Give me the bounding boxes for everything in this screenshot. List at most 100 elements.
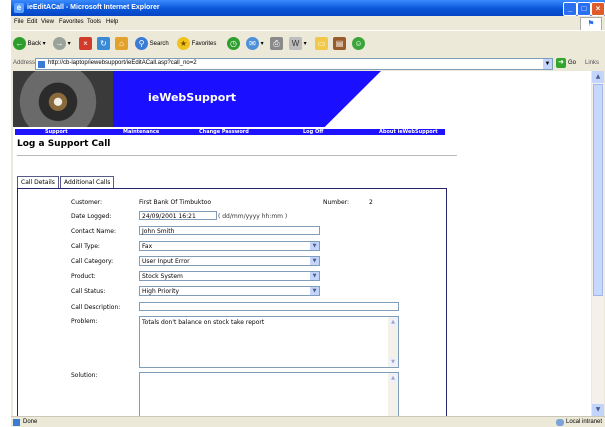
call-type-label: Call Type: (71, 243, 100, 250)
search-icon: ⚲ (135, 37, 148, 50)
date-logged-label: Date Logged: (71, 213, 112, 220)
menu-file[interactable]: File (14, 19, 24, 25)
folder-button[interactable]: ▭ (315, 37, 328, 51)
call-status-value: High Priority (142, 288, 180, 295)
history-button[interactable]: ◷ (227, 37, 240, 51)
problem-textarea[interactable]: Totals don't balance on stock take repor… (139, 316, 399, 368)
search-label: Search (149, 41, 169, 48)
call-category-value: User Input Error (142, 258, 190, 265)
page-icon (38, 61, 45, 68)
favorites-star-icon: ★ (177, 37, 190, 50)
ie-logo-icon: e (14, 3, 24, 13)
call-description-label: Call Description: (71, 304, 121, 311)
refresh-button[interactable]: ↻ (97, 37, 110, 51)
nav-log-off[interactable]: Log Off (303, 129, 323, 135)
forward-arrow-icon: → (53, 37, 66, 50)
history-icon: ◷ (227, 37, 240, 50)
maximize-button[interactable]: □ (577, 2, 591, 16)
messenger-icon: ☺ (352, 37, 365, 50)
nav-about[interactable]: About ieWebSupport (379, 129, 438, 135)
number-label: Number: (323, 199, 350, 206)
product-label: Product: (71, 273, 96, 280)
forward-button[interactable]: → ▾ (53, 37, 71, 51)
title-bar: e ieEditACall - Microsoft Internet Explo… (11, 0, 605, 16)
scroll-up-icon[interactable]: ▲ (592, 71, 604, 83)
close-button[interactable]: × (591, 2, 605, 16)
status-text: Done (23, 419, 38, 425)
brand-name: ieWebSupport (148, 91, 237, 104)
mail-button[interactable]: ✉ ▾ (246, 37, 264, 51)
customer-label: Customer: (71, 199, 103, 206)
menu-view[interactable]: View (41, 19, 54, 25)
status-bar: Done Local intranet (11, 416, 605, 427)
research-icon: ▤ (333, 37, 346, 50)
scrollbar-thumb[interactable] (593, 84, 603, 296)
search-button[interactable]: ⚲ Search (135, 37, 169, 51)
go-arrow-icon[interactable]: ➜ (556, 58, 566, 68)
problem-label: Problem: (71, 318, 98, 325)
menu-tools[interactable]: Tools (87, 19, 101, 25)
product-value: Stock System (142, 273, 183, 280)
chevron-down-icon: ▼ (310, 242, 319, 250)
back-button[interactable]: ← Back ▾ (13, 37, 46, 51)
home-icon: ⌂ (115, 37, 128, 50)
research-button[interactable]: ▤ (333, 37, 346, 51)
chevron-down-icon: ▼ (310, 287, 319, 295)
scroll-down-icon[interactable]: ▼ (389, 358, 397, 366)
banner-photo (13, 71, 113, 127)
browser-window: e ieEditACall - Microsoft Internet Explo… (11, 0, 605, 427)
nav-support[interactable]: Support (45, 129, 68, 135)
solution-scrollbar[interactable]: ▲ (388, 373, 398, 416)
back-arrow-icon: ← (13, 37, 26, 50)
edit-page-icon: W (289, 37, 302, 50)
windows-flag-icon: ⚑ (580, 17, 602, 31)
call-type-select[interactable]: Fax ▼ (139, 241, 320, 251)
date-format-hint: ( dd/mm/yyyy hh:mm ) (218, 213, 288, 220)
scroll-down-icon[interactable]: ▼ (592, 404, 604, 416)
title-divider (17, 155, 457, 156)
chevron-down-icon: ▼ (310, 257, 319, 265)
menu-favorites[interactable]: Favorites (59, 19, 84, 25)
site-banner: ieWebSupport (13, 71, 591, 127)
address-input[interactable]: http://cb-laptop/iewebsupport/ieEditACal… (35, 58, 553, 70)
call-description-input[interactable] (139, 302, 399, 311)
date-logged-input[interactable]: 24/09/2001 16:21 (139, 211, 217, 220)
stop-button[interactable]: × (79, 37, 92, 51)
intranet-zone-icon (556, 419, 564, 426)
mail-icon: ✉ (246, 37, 259, 50)
window-title: ieEditACall - Microsoft Internet Explore… (27, 4, 160, 11)
address-bar: Address http://cb-laptop/iewebsupport/ie… (11, 57, 605, 70)
home-button[interactable]: ⌂ (115, 37, 128, 51)
go-button[interactable]: Go (568, 60, 576, 66)
nav-change-password[interactable]: Change Password (199, 129, 249, 135)
favorites-button[interactable]: ★ Favorites (177, 37, 216, 51)
contact-name-input[interactable]: John Smith (139, 226, 320, 235)
product-select[interactable]: Stock System ▼ (139, 271, 320, 281)
customer-value: First Bank Of Timbuktoo (139, 199, 212, 206)
folder-icon: ▭ (315, 37, 328, 50)
favorites-label: Favorites (191, 41, 217, 48)
page-scrollbar[interactable]: ▲ ▼ (592, 71, 604, 416)
address-label: Address (13, 60, 36, 66)
address-dropdown-icon[interactable]: ▼ (543, 59, 552, 69)
messenger-button[interactable]: ☺ (352, 37, 365, 51)
call-status-label: Call Status: (71, 288, 106, 295)
page-done-icon (13, 419, 20, 426)
problem-scrollbar[interactable]: ▲ ▼ (388, 317, 398, 367)
nav-maintenance[interactable]: Maintenance (123, 129, 159, 135)
call-category-select[interactable]: User Input Error ▼ (139, 256, 320, 266)
call-type-value: Fax (142, 243, 153, 250)
number-value: 2 (369, 199, 373, 206)
call-status-select[interactable]: High Priority ▼ (139, 286, 320, 296)
scroll-up-icon[interactable]: ▲ (389, 374, 397, 382)
menu-edit[interactable]: Edit (27, 19, 37, 25)
print-button[interactable]: ⎙ (270, 37, 283, 51)
scroll-up-icon[interactable]: ▲ (389, 318, 397, 326)
solution-textarea[interactable]: ▲ (139, 372, 399, 416)
page-title: Log a Support Call (17, 139, 111, 149)
edit-button[interactable]: W ▾ (289, 37, 307, 51)
menu-help[interactable]: Help (106, 19, 118, 25)
minimize-button[interactable]: _ (563, 2, 577, 16)
back-label: Back (27, 41, 42, 48)
links-button[interactable]: Links (585, 60, 599, 66)
